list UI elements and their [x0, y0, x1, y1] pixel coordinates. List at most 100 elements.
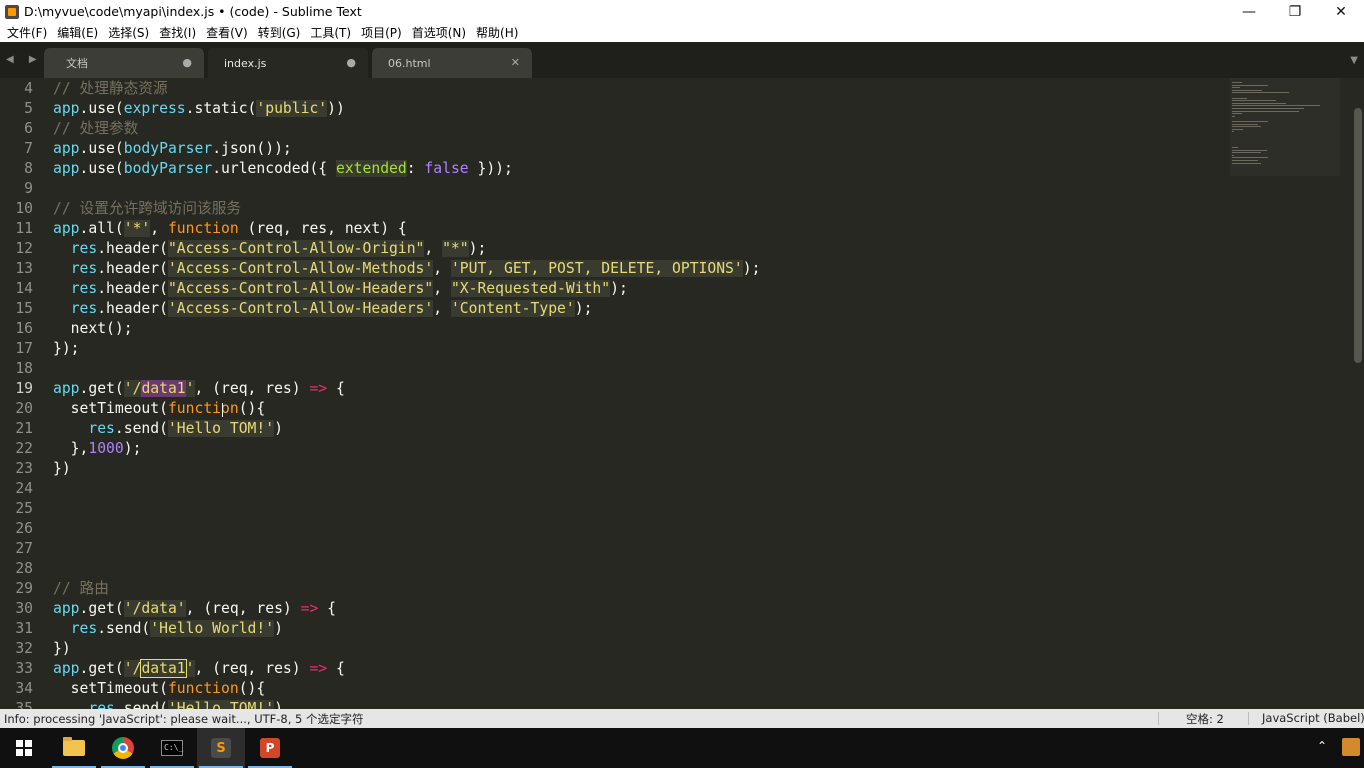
code-line[interactable]: 18 [0, 359, 1230, 379]
code-token: .header( [97, 260, 168, 277]
line-number: 30 [15, 600, 33, 617]
tab-dirty-dot-icon[interactable]: ● [182, 56, 192, 69]
tray-app-icon[interactable] [1342, 738, 1360, 756]
code-token: .static( [185, 100, 257, 117]
line-number: 7 [24, 140, 33, 157]
menu-selection[interactable]: 选择(S) [103, 24, 154, 41]
tab-index-js[interactable]: index.js ● [208, 48, 368, 78]
code-token: .use( [79, 100, 124, 117]
code-line[interactable]: 6 // 处理参数 [0, 119, 1230, 139]
code-line[interactable]: 16 next(); [0, 319, 1230, 339]
tab-nav-arrows-icon[interactable]: ◀ ▶ [6, 54, 43, 65]
code-token: : [406, 160, 425, 177]
line-number: 17 [15, 340, 33, 357]
code-line[interactable]: 26 [0, 519, 1230, 539]
code-token: // 处理静态资源 [53, 80, 168, 97]
code-token: (){ [238, 400, 266, 417]
menu-help[interactable]: 帮助(H) [471, 24, 523, 41]
code-line[interactable]: 13 res.header('Access-Control-Allow-Meth… [0, 259, 1230, 279]
code-line[interactable]: 25 [0, 499, 1230, 519]
maximize-button[interactable]: ❐ [1272, 0, 1318, 23]
windows-logo-icon [16, 740, 32, 756]
menu-project[interactable]: 项目(P) [356, 24, 407, 41]
minimize-button[interactable]: — [1226, 0, 1272, 23]
tray-overflow-chevron-icon[interactable]: ⌃ [1317, 739, 1327, 753]
code-editor[interactable]: 4// 处理静态资源 5 app.use(express.static('publi… [0, 78, 1352, 709]
code-line[interactable]: 22 },1000); [0, 439, 1230, 459]
code-line[interactable]: 7 app.use(bodyParser.json()); [0, 139, 1230, 159]
status-indentation[interactable]: 空格: 2 [1186, 711, 1224, 727]
code-token: => [300, 600, 319, 617]
code-line[interactable]: 30 app.get('/data', (req, res) => { [0, 599, 1230, 619]
code-token: setTimeout( [53, 400, 168, 417]
code-token: 'PUT, GET, POST, DELETE, OPTIONS' [450, 260, 743, 277]
code-line[interactable]: 17}); [0, 339, 1230, 359]
code-line[interactable]: 10 // 设置允许跨域访问该服务 [0, 199, 1230, 219]
code-line[interactable]: 15 res.header('Access-Control-Allow-Head… [0, 299, 1230, 319]
tab-06-html[interactable]: 06.html ✕ [372, 48, 532, 78]
code-line[interactable]: 29 // 路由 [0, 579, 1230, 599]
code-token: , [150, 220, 168, 237]
menu-find[interactable]: 查找(I) [154, 24, 201, 41]
code-line[interactable]: 32}) [0, 639, 1230, 659]
line-code: app.use(express.static('public')) [53, 99, 345, 119]
minimap[interactable] [1230, 78, 1340, 709]
code-line[interactable]: 28 [0, 559, 1230, 579]
menu-preferences[interactable]: 首选项(N) [407, 24, 471, 41]
close-button[interactable]: ✕ [1318, 0, 1364, 23]
menu-edit[interactable]: 编辑(E) [52, 24, 103, 41]
code-line[interactable]: 33 app.get('/data1', (req, res) => { [0, 659, 1230, 679]
code-token: .send( [97, 620, 151, 637]
menu-file[interactable]: 文件(F) [2, 24, 52, 41]
line-code: // 设置允许跨域访问该服务 [53, 199, 241, 219]
code-token: extended [335, 160, 407, 177]
tab-dirty-dot-icon[interactable]: ● [346, 56, 356, 69]
taskbar-powerpoint[interactable]: P [246, 728, 294, 768]
line-number: 34 [15, 680, 33, 697]
code-line[interactable]: 19 app.get('/data1', (req, res) => { [0, 379, 1230, 399]
code-line[interactable]: 21 res.send('Hello TOM!') [0, 419, 1230, 439]
code-token: .all( [79, 220, 124, 237]
code-token: ); [610, 280, 628, 297]
line-number: 21 [15, 420, 33, 437]
code-token: ' [185, 660, 195, 677]
tab-menu-dropdown-icon[interactable]: ▼ [1350, 55, 1358, 66]
code-token: // 路由 [53, 580, 109, 597]
code-line[interactable]: 12 res.header("Access-Control-Allow-Orig… [0, 239, 1230, 259]
code-line[interactable]: 35 res.send('Hello TOM!') [0, 699, 1230, 709]
code-line[interactable]: 27 [0, 539, 1230, 559]
tab-close-icon[interactable]: ✕ [511, 56, 520, 69]
text-cursor [222, 403, 223, 417]
taskbar-chrome[interactable] [99, 728, 147, 768]
tab-docs[interactable]: 文档 ● [44, 48, 204, 78]
menu-tools[interactable]: 工具(T) [305, 24, 356, 41]
scrollbar-thumb[interactable] [1354, 108, 1362, 363]
code-token: '/ [123, 380, 142, 397]
taskbar-file-explorer[interactable] [50, 728, 98, 768]
line-number: 10 [15, 200, 33, 217]
code-line[interactable]: 23}) [0, 459, 1230, 479]
code-line[interactable]: 4 // 处理静态资源 [0, 79, 1230, 99]
code-line[interactable]: 11 app.all('*', function (req, res, next)… [0, 219, 1230, 239]
code-line[interactable]: 14 res.header("Access-Control-Allow-Head… [0, 279, 1230, 299]
menu-goto[interactable]: 转到(G) [253, 24, 306, 41]
code-token: , (req, res) [194, 380, 310, 397]
line-code: setTimeout(function(){ [53, 399, 266, 419]
menu-view[interactable]: 查看(V) [201, 24, 253, 41]
code-token: 'Hello TOM!' [167, 700, 275, 709]
code-line[interactable]: 31 res.send('Hello World!') [0, 619, 1230, 639]
vertical-scrollbar[interactable] [1352, 78, 1364, 709]
taskbar-sublime[interactable]: S [197, 728, 245, 768]
code-line[interactable]: 5 app.use(express.static('public')) [0, 99, 1230, 119]
code-line[interactable]: 34 setTimeout(function(){ [0, 679, 1230, 699]
line-number: 19 [15, 380, 33, 397]
status-syntax[interactable]: JavaScript (Babel) [1262, 711, 1364, 725]
start-button[interactable] [0, 728, 48, 768]
code-line[interactable]: 8 app.use(bodyParser.urlencoded({ extende… [0, 159, 1230, 179]
code-line[interactable]: 24 [0, 479, 1230, 499]
taskbar-cmd[interactable]: C:\_ [148, 728, 196, 768]
code-line[interactable]: 20 setTimeout(function(){ [0, 399, 1230, 419]
code-line[interactable]: 9 [0, 179, 1230, 199]
